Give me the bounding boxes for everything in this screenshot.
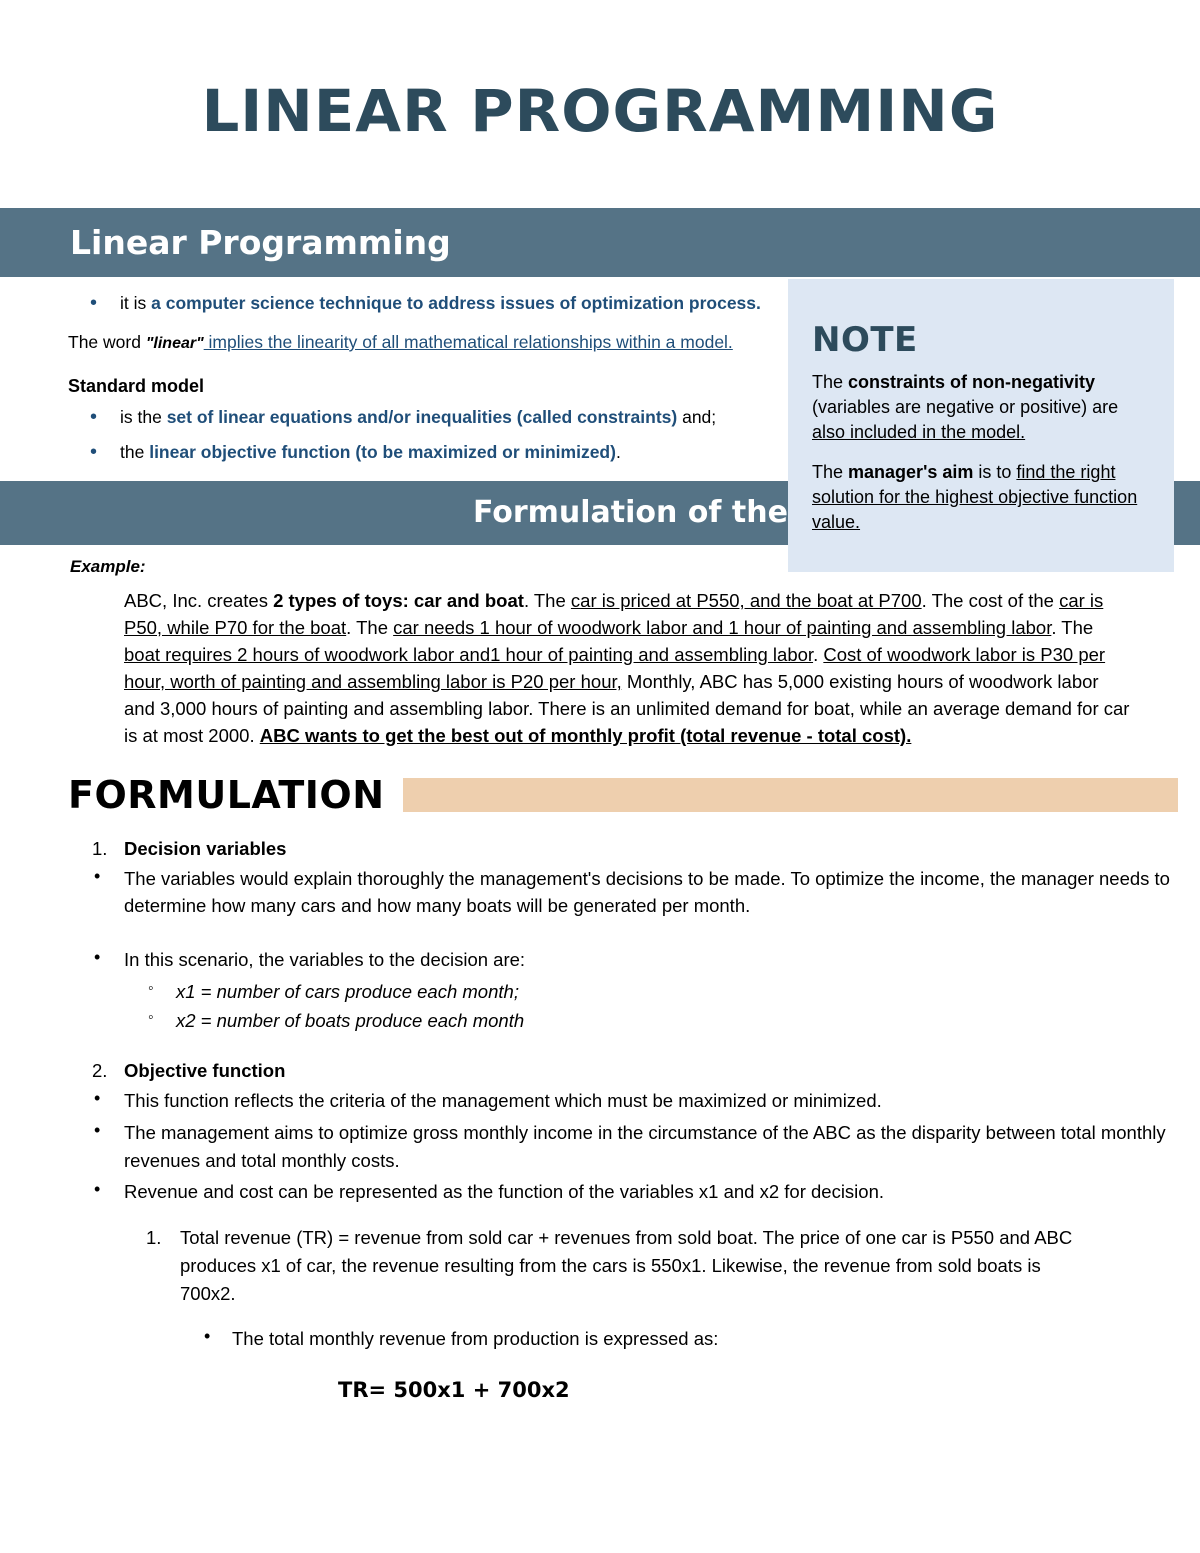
list-item: x1 = number of cars produce each month; — [148, 977, 1200, 1006]
section-band-linear-programming: Linear Programming — [0, 208, 1200, 277]
word-linear-paragraph: The word "linear" implies the linearity … — [68, 330, 788, 356]
ex-s8-underline: boat requires 2 hours of woodwork labor … — [124, 643, 814, 665]
list-item: the linear objective function (to be max… — [90, 438, 788, 466]
list-item: x2 = number of boats produce each month — [148, 1006, 1200, 1035]
standard-model-label: Standard model — [68, 375, 205, 396]
list-item: it is a computer science technique to ad… — [90, 289, 788, 317]
bullet3-bold: linear objective function (to be maximiz… — [149, 441, 616, 462]
note-p1-mid: (variables are negative or positive) are — [812, 396, 1119, 417]
decision-variables-bullets-2: In this scenario, the variables to the d… — [0, 944, 1200, 974]
list-item: In this scenario, the variables to the d… — [94, 944, 1200, 974]
decision-variables-bullets: The variables would explain thoroughly t… — [0, 863, 1200, 921]
objective-function-sublist: Total revenue (TR) = revenue from sold c… — [0, 1224, 1200, 1307]
word-para-quoted: "linear" — [145, 334, 204, 352]
example-paragraph: ABC, Inc. creates 2 types of toys: car a… — [124, 587, 1130, 749]
note-paragraph-2: The manager's aim is to find the right s… — [812, 460, 1152, 534]
ex-s12-bold-underline: ABC wants to get the best out of monthly… — [259, 724, 912, 746]
word-para-underlined: implies the linearity of all mathematica… — [203, 331, 733, 352]
bullet3-tail: . — [615, 441, 621, 462]
ex-s3-plain: . The cost of the — [921, 589, 1060, 611]
ex-s1-plain: ABC, Inc. creates — [124, 589, 274, 611]
bullet2-tail: and; — [677, 407, 717, 428]
ex-s1-bold: 2 types of toys: car and boat — [273, 589, 524, 611]
band2-plain: Formulation of the — [472, 495, 799, 531]
note-p1-underline: also included in the model. — [812, 421, 1026, 442]
list-item: Objective function — [92, 1057, 286, 1085]
ex-s5-plain: . The — [346, 616, 394, 638]
list-item: Decision variables — [92, 835, 287, 863]
bullet1-plain: it is — [120, 293, 152, 313]
bullet3-plain: the — [120, 441, 150, 462]
ex-s7-plain: . The — [1051, 616, 1094, 638]
note-p2-mid: is to — [973, 462, 1017, 483]
note-p1-bold: constraints of non-negativity — [848, 371, 1096, 392]
note-callout-box: NOTE The constraints of non-negativity (… — [788, 279, 1174, 572]
note-p1-lead: The — [812, 371, 849, 392]
section1-bullet-list-top: it is a computer science technique to ad… — [68, 289, 788, 317]
word-para-lead: The word — [68, 331, 146, 352]
peach-accent-bar — [402, 777, 1178, 812]
total-revenue-bullet: The total monthly revenue from productio… — [0, 1323, 1200, 1353]
decision-variable-sublist: x1 = number of cars produce each month; … — [0, 977, 1200, 1035]
standard-model-bullets: is the set of linear equations and/or in… — [68, 403, 788, 466]
note-paragraph-1: The constraints of non-negativity (varia… — [812, 370, 1152, 444]
objective-function-bullets: This function reflects the criteria of t… — [0, 1085, 1200, 1206]
section1-content: it is a computer science technique to ad… — [0, 277, 1200, 572]
note-title: NOTE — [812, 320, 918, 360]
formulation-heading: FORMULATION — [68, 772, 385, 817]
formulation-numbered-list-2: Objective function — [0, 1057, 1200, 1085]
list-item: is the set of linear equations and/or in… — [90, 403, 788, 431]
page-title: LINEAR PROGRAMMING — [201, 77, 999, 145]
list-item: The management aims to optimize gross mo… — [94, 1117, 1200, 1175]
list-item: Total revenue (TR) = revenue from sold c… — [146, 1224, 1073, 1304]
ex-s1-tail: . The — [523, 589, 571, 611]
formulation-heading-row: FORMULATION — [68, 773, 1178, 817]
section-band-title: Linear Programming — [70, 223, 451, 262]
ex-s2-underline: car is priced at P550, and the boat at P… — [570, 589, 922, 611]
ex-s6-underline: car needs 1 hour of woodwork labor and 1… — [393, 616, 1052, 638]
bullet2-bold: set of linear equations and/or inequalit… — [166, 407, 678, 428]
section1-left-column: it is a computer science technique to ad… — [68, 289, 788, 466]
bullet2-plain: is the — [120, 407, 167, 428]
list-item: The total monthly revenue from productio… — [204, 1323, 1200, 1353]
ex-s9-plain: . — [813, 643, 824, 665]
list-item: The variables would explain thoroughly t… — [94, 863, 1200, 921]
note-p2-bold: manager's aim — [848, 462, 974, 483]
note-p2-lead: The — [812, 462, 849, 483]
formulation-numbered-list-1: Decision variables — [0, 835, 1200, 863]
total-revenue-equation: TR= 500x1 + 700x2 — [338, 1378, 570, 1403]
list-item: This function reflects the criteria of t… — [94, 1085, 1200, 1115]
formulation-body: Decision variables The variables would e… — [0, 835, 1200, 1407]
document-page: LINEAR PROGRAMMING Linear Programming it… — [0, 0, 1200, 1553]
bullet1-bold: a computer science technique to address … — [151, 293, 761, 313]
list-item: Revenue and cost can be represented as t… — [94, 1176, 1200, 1206]
